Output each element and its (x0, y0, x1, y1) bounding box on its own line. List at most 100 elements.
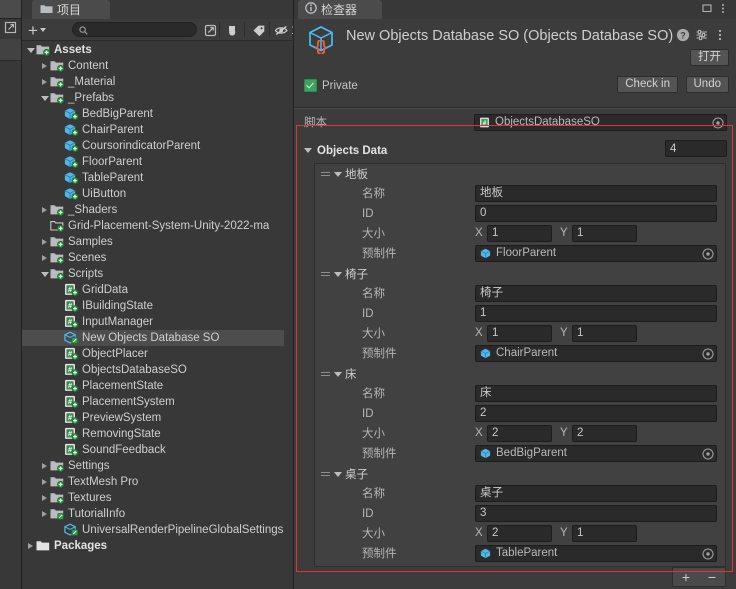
tree-item-chairparent[interactable]: ChairParent (22, 122, 284, 138)
tab-inspector[interactable]: 检查器 (298, 0, 382, 19)
prefab-object-field[interactable]: TableParent (475, 545, 717, 562)
chevron-right-icon[interactable] (39, 506, 50, 522)
chevron-down-icon[interactable] (333, 272, 342, 277)
size-y-input[interactable]: 1 (572, 225, 637, 242)
chevron-down-icon[interactable] (333, 172, 342, 177)
tree-item-placementsystem[interactable]: #PlacementSystem (22, 394, 284, 410)
chevron-right-icon[interactable] (39, 202, 50, 218)
tree-item-objectplacer[interactable]: #ObjectPlacer (22, 346, 284, 362)
check-in-button[interactable]: Check in (617, 76, 678, 93)
chevron-down-icon[interactable] (333, 472, 342, 477)
tree-item-ibuildingstate[interactable]: #IBuildingState (22, 298, 284, 314)
tree-item-uibutton[interactable]: UiButton (22, 186, 284, 202)
size-y-input[interactable]: 1 (572, 525, 637, 542)
preset-icon[interactable] (694, 27, 710, 43)
tree-item-material[interactable]: _Material (22, 74, 284, 90)
undo-button[interactable]: Undo (686, 76, 730, 93)
size-y-input[interactable]: 2 (572, 425, 637, 442)
prefab-object-field[interactable]: FloorParent (475, 245, 717, 262)
drag-handle-icon[interactable] (321, 469, 330, 479)
object-picker-icon[interactable] (702, 548, 714, 560)
tree-item-bedbigparent[interactable]: BedBigParent (22, 106, 284, 122)
chevron-down-icon[interactable] (25, 42, 36, 58)
tree-item-scenes[interactable]: Scenes (22, 250, 284, 266)
project-asset-tree[interactable]: AssetsContent_Material_PrefabsBedBigPare… (22, 42, 284, 589)
id-input[interactable]: 1 (475, 305, 717, 322)
create-asset-button[interactable]: + (28, 22, 54, 38)
size-x-input[interactable]: 1 (487, 225, 552, 242)
tree-item-coursorindicatorparent[interactable]: CoursorindicatorParent (22, 138, 284, 154)
tree-item-tutorialinfo[interactable]: TutorialInfo (22, 506, 284, 522)
label-filter-icon[interactable] (250, 22, 268, 38)
size-x-input[interactable]: 2 (487, 525, 552, 542)
tree-item-previewsystem[interactable]: #PreviewSystem (22, 410, 284, 426)
chevron-right-icon[interactable] (25, 538, 36, 554)
list-element-header[interactable]: 床 (315, 364, 725, 384)
tree-item-inputmanager[interactable]: #InputManager (22, 314, 284, 330)
gutter-tab-stub[interactable] (0, 0, 21, 19)
list-element-header[interactable]: 桌子 (315, 464, 725, 484)
tree-item-placementstate[interactable]: #PlacementState (22, 378, 284, 394)
tree-item-assets[interactable]: Assets (22, 42, 284, 58)
chevron-down-icon[interactable] (39, 266, 50, 282)
tree-item-new-objects-database-so[interactable]: New Objects Database SO (22, 330, 284, 346)
chevron-right-icon[interactable] (39, 74, 50, 90)
tree-item-universalrenderpipelineglobalsettings[interactable]: UniversalRenderPipelineGlobalSettings (22, 522, 284, 538)
tree-item-settings[interactable]: Settings (22, 458, 284, 474)
tree-item-prefabs[interactable]: _Prefabs (22, 90, 284, 106)
tree-item-textures[interactable]: Textures (22, 490, 284, 506)
tree-item-removingstate[interactable]: #RemovingState (22, 426, 284, 442)
tree-item-soundfeedback[interactable]: #SoundFeedback (22, 442, 284, 458)
remove-element-button[interactable]: − (699, 568, 725, 586)
tree-item-textmesh-pro[interactable]: TextMesh Pro (22, 474, 284, 490)
name-input[interactable]: 床 (475, 385, 717, 402)
private-toggle-row[interactable]: Private (304, 79, 358, 92)
private-checkbox[interactable] (304, 79, 317, 92)
tree-item-scripts[interactable]: Scripts (22, 266, 284, 282)
chevron-right-icon[interactable] (39, 458, 50, 474)
chevron-down-icon[interactable] (39, 90, 50, 106)
drag-handle-icon[interactable] (321, 369, 330, 379)
chevron-right-icon[interactable] (39, 250, 50, 266)
object-picker-icon[interactable] (702, 348, 714, 360)
id-input[interactable]: 2 (475, 405, 717, 422)
objects-data-foldout-icon[interactable] (303, 148, 312, 153)
maximize-icon[interactable] (700, 1, 714, 15)
size-x-input[interactable]: 1 (487, 325, 552, 342)
size-y-input[interactable]: 1 (572, 325, 637, 342)
tree-item-packages[interactable]: Packages (22, 538, 284, 554)
id-input[interactable]: 3 (475, 505, 717, 522)
chevron-down-icon[interactable] (333, 372, 342, 377)
project-scrollbar[interactable] (285, 44, 291, 564)
name-input[interactable]: 地板 (475, 185, 717, 202)
tree-item-content[interactable]: Content (22, 58, 284, 74)
search-expand-icon[interactable] (201, 22, 219, 38)
tree-item-objectsdatabaseso[interactable]: #ObjectsDatabaseSO (22, 362, 284, 378)
tree-item-samples[interactable]: Samples (22, 234, 284, 250)
list-element-header[interactable]: 椅子 (315, 264, 725, 284)
objects-data-size-field[interactable]: 4 (665, 140, 727, 157)
object-picker-icon[interactable] (702, 248, 714, 260)
object-picker-icon[interactable] (712, 117, 724, 129)
tree-item-grid-placement-system-unity-2022-ma[interactable]: Grid-Placement-System-Unity-2022-ma (22, 218, 284, 234)
name-input[interactable]: 椅子 (475, 285, 717, 302)
chevron-right-icon[interactable] (39, 234, 50, 250)
drag-handle-icon[interactable] (321, 169, 330, 179)
tree-item-griddata[interactable]: #GridData (22, 282, 284, 298)
name-input[interactable]: 桌子 (475, 485, 717, 502)
list-element-header[interactable]: 地板 (315, 164, 725, 184)
chevron-right-icon[interactable] (39, 58, 50, 74)
size-x-input[interactable]: 2 (487, 425, 552, 442)
drag-handle-icon[interactable] (321, 269, 330, 279)
tree-item-shaders[interactable]: _Shaders (22, 202, 284, 218)
id-input[interactable]: 0 (475, 205, 717, 222)
add-element-button[interactable]: + (673, 568, 699, 586)
kebab-menu-icon[interactable] (712, 27, 728, 43)
hidden-objects-icon[interactable] (273, 22, 291, 38)
window-menu-icon[interactable] (716, 1, 730, 15)
open-button[interactable]: 打开 (690, 49, 729, 66)
prefab-object-field[interactable]: ChairParent (475, 345, 717, 362)
search-input[interactable] (72, 22, 197, 37)
object-picker-icon[interactable] (702, 448, 714, 460)
tree-item-tableparent[interactable]: TableParent (22, 170, 284, 186)
